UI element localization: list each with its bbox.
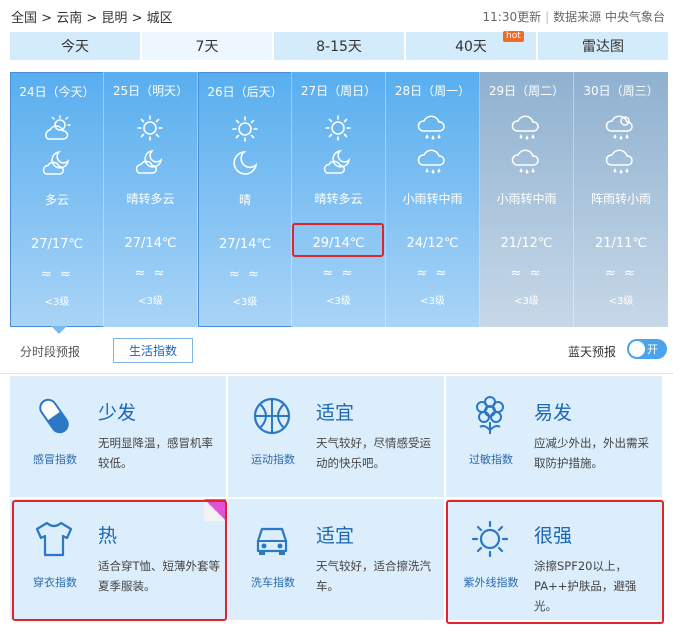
temperature-range: 27/14℃ <box>124 236 177 251</box>
weather-description: 小雨转中雨 <box>402 192 463 206</box>
weather-description: 阵雨转小雨 <box>590 192 651 206</box>
wind-direction-icon: ≈ ≈ <box>41 267 73 282</box>
toggle-knob <box>629 341 645 357</box>
index-card-carwash[interactable]: 洗车指数 适宜 天气较好，适合擦洗汽车。 <box>228 499 444 620</box>
weather-description: 晴转多云 <box>314 192 363 206</box>
temperature-range: 24/12℃ <box>406 236 459 251</box>
moon-icon <box>233 150 258 175</box>
moon-cloud-icon <box>42 150 70 175</box>
breadcrumb-separator: > <box>86 11 98 26</box>
breadcrumb-separator: > <box>131 11 143 26</box>
temperature-range: 21/12℃ <box>500 236 553 251</box>
divider <box>0 373 673 374</box>
rain-icon <box>511 115 539 140</box>
rain-icon <box>417 115 445 140</box>
weather-description: 多云 <box>44 193 69 207</box>
car-icon <box>256 527 288 555</box>
wind-level: <3级 <box>232 297 258 308</box>
highlight-box-temp <box>292 223 384 257</box>
temperature-range: 21/11℃ <box>594 236 648 251</box>
wind-level: <3级 <box>608 296 634 307</box>
blue-sky-toggle[interactable]: 开 <box>627 339 667 359</box>
tab-8-15-days[interactable]: 8-15天 <box>274 32 404 60</box>
sun-icon <box>137 115 163 141</box>
life-index-tab[interactable]: 生活指数 <box>113 338 193 363</box>
toggle-label: 开 <box>647 343 658 356</box>
update-time: 11:30更新 <box>482 10 542 24</box>
day-date: 30日（周三） <box>583 84 659 98</box>
wind-direction-icon: ≈ ≈ <box>605 266 637 281</box>
day-column[interactable]: 24日（今天） 多云 27/17℃ ≈ ≈ <3级 <box>10 72 104 334</box>
top-bar: 全国 > 云南 > 昆明 > 城区 11:30更新 | 数据来源 中央气象台 <box>0 0 673 30</box>
day-date: 25日（明天） <box>112 84 189 98</box>
moon-cloud-icon <box>323 149 351 174</box>
day-column[interactable]: 28日（周一） 小雨转中雨 24/12℃ ≈ ≈ <3级 <box>386 72 480 327</box>
breadcrumb-item-province[interactable]: 云南 <box>56 11 82 26</box>
hot-badge: hot <box>503 31 524 42</box>
tab-today[interactable]: 今天 <box>10 32 140 60</box>
update-info: 11:30更新 | 数据来源 中央气象台 <box>482 10 665 24</box>
day-date: 28日（周一） <box>394 84 471 98</box>
tab-40-days[interactable]: 40天 hot <box>406 31 536 60</box>
moon-cloud-icon <box>135 149 163 174</box>
weather-description: 晴 <box>238 193 251 207</box>
rain-icon <box>511 149 539 174</box>
temperature-range: 27/14℃ <box>218 237 272 252</box>
wind-direction-icon: ≈ ≈ <box>322 266 355 281</box>
day-date: 24日（今天） <box>19 85 95 99</box>
breadcrumb-item-district: 城区 <box>146 11 173 26</box>
highlight-box-uv <box>446 500 664 624</box>
day-column[interactable]: 25日（明天） 晴转多云 27/14℃ ≈ ≈ <3级 <box>104 72 198 327</box>
sun-icon <box>232 116 258 142</box>
tab-radar[interactable]: 雷达图 <box>538 32 668 60</box>
wind-direction-icon: ≈ ≈ <box>416 266 449 281</box>
index-card-cold[interactable]: 感冒指数 少发 无明显降温，感冒机率较低。 <box>10 376 226 497</box>
wind-level: <3级 <box>420 296 445 307</box>
highlight-box-clothing <box>12 500 227 621</box>
basketball-icon <box>253 397 291 435</box>
index-card-sport[interactable]: 运动指数 适宜 天气较好，尽情感受运动的快乐吧。 <box>228 376 444 497</box>
wind-level: <3级 <box>326 296 351 307</box>
partly-cloudy-icon <box>45 115 71 140</box>
data-source: 数据来源 中央气象台 <box>553 10 665 24</box>
sub-tab-row: 分时段预报 生活指数 蓝天预报 开 <box>0 336 673 366</box>
rain-icon <box>417 149 445 174</box>
selected-caret <box>51 326 67 334</box>
day-column[interactable]: 27日（周日） 晴转多云 29/14℃ ≈ ≈ <3级 <box>292 72 386 327</box>
breadcrumb: 全国 > 云南 > 昆明 > 城区 <box>11 7 173 26</box>
index-card-allergy[interactable]: 过敏指数 易发 应减少外出，外出需采取防护措施。 <box>446 376 662 497</box>
tab-7-days[interactable]: 7天 <box>142 32 272 60</box>
temperature-range: 27/17℃ <box>30 237 84 252</box>
wind-level: <3级 <box>138 296 163 307</box>
wind-level: <3级 <box>514 296 539 307</box>
wind-level: <3级 <box>44 297 70 308</box>
pill-icon <box>39 398 69 434</box>
flower-icon <box>476 396 504 434</box>
day-column[interactable]: 30日（周三） 阵雨转小雨 21/11℃ ≈ ≈ <3级 <box>574 72 668 327</box>
breadcrumb-item-country[interactable]: 全国 <box>11 11 37 26</box>
weather-description: 小雨转中雨 <box>496 192 557 206</box>
wind-direction-icon: ≈ ≈ <box>510 266 543 281</box>
blue-sky-label: 蓝天预报 <box>568 345 617 359</box>
weather-description: 晴转多云 <box>126 192 175 206</box>
wind-direction-icon: ≈ ≈ <box>229 267 261 282</box>
day-column[interactable]: 26日（后天） 晴 27/14℃ ≈ ≈ <3级 <box>198 72 292 327</box>
sun-icon <box>325 115 351 141</box>
breadcrumb-item-city[interactable]: 昆明 <box>101 11 127 26</box>
breadcrumb-separator: > <box>41 11 53 26</box>
rain-icon <box>605 149 633 174</box>
seven-day-forecast: 24日（今天） 多云 27/17℃ ≈ ≈ <3级 25日（明天） 晴转多云 27/14℃ ≈ … <box>10 72 668 334</box>
day-date: 29日（周二） <box>488 84 565 98</box>
day-column[interactable]: 29日（周二） 小雨转中雨 21/12℃ ≈ ≈ <3级 <box>480 72 574 327</box>
day-date: 26日（后天） <box>207 85 283 99</box>
wind-direction-icon: ≈ ≈ <box>134 266 167 281</box>
forecast-tabs: 今天 7天 8-15天 40天 hot 雷达图 <box>10 31 668 60</box>
hourly-forecast-link[interactable]: 分时段预报 <box>20 343 80 360</box>
day-date: 27日（周日） <box>300 84 377 98</box>
shower-icon <box>605 115 633 140</box>
